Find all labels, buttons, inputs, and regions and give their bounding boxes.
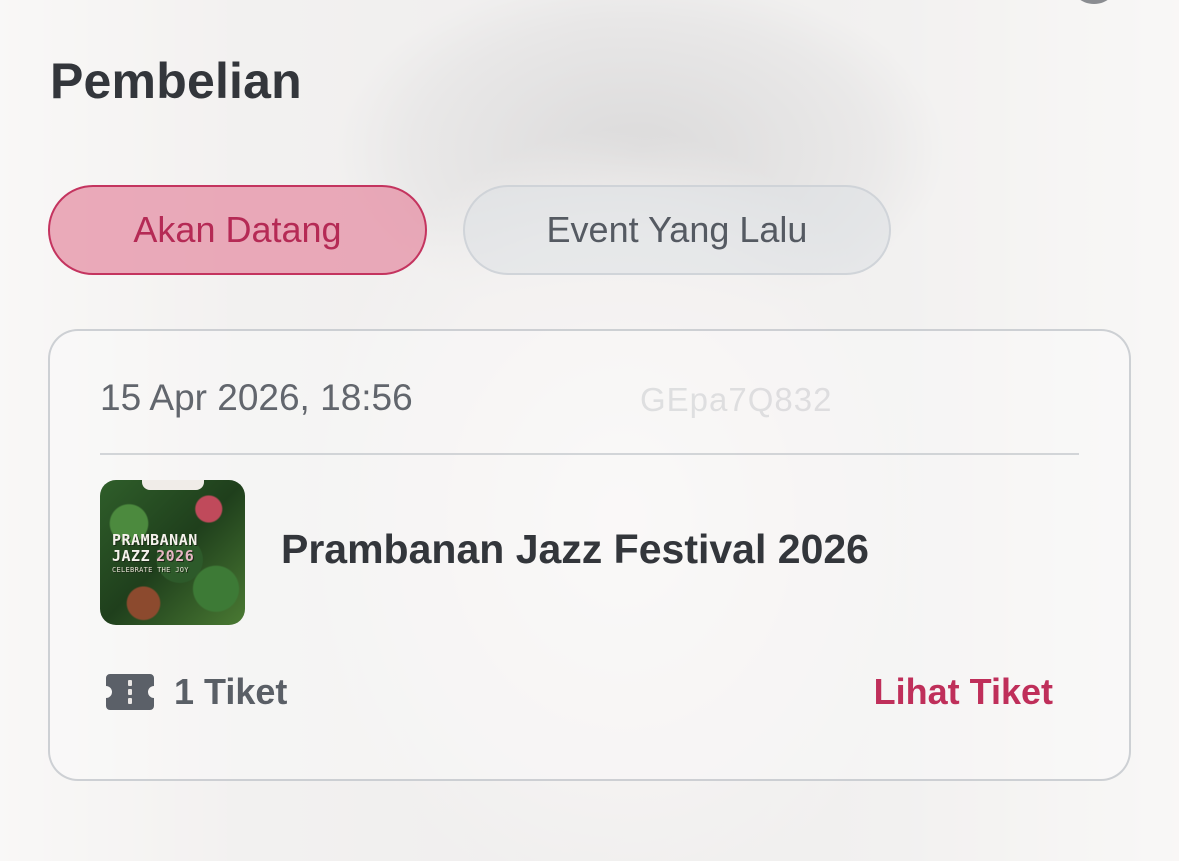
ticket-summary: 1 Tiket — [104, 671, 287, 713]
purchase-card[interactable]: 15 Apr 2026, 18:56 GEpa7Q832 PRAMBANAN J… — [48, 329, 1131, 781]
event-poster-image: PRAMBANAN JAZZ 2026 CELEBRATE THE JOY — [100, 480, 245, 625]
purchase-datetime: 15 Apr 2026, 18:56 — [100, 377, 413, 418]
tab-past-events[interactable]: Event Yang Lalu — [463, 185, 891, 275]
view-tickets-link[interactable]: Lihat Tiket — [874, 671, 1053, 713]
card-divider — [100, 453, 1079, 455]
order-code: GEpa7Q832 — [640, 381, 833, 418]
poster-notch — [141, 480, 204, 490]
purchase-tabs: Akan Datang Event Yang Lalu — [48, 185, 891, 275]
poster-year: 2026 — [156, 547, 195, 565]
ticket-icon — [106, 674, 154, 710]
poster-line2: JAZZ — [112, 547, 151, 565]
tab-upcoming[interactable]: Akan Datang — [48, 185, 427, 275]
event-title[interactable]: Prambanan Jazz Festival 2026 — [281, 526, 869, 573]
poster-tagline: CELEBRATE THE JOY — [112, 566, 189, 574]
page-title: Pembelian — [50, 53, 302, 109]
ticket-count: 1 Tiket — [174, 671, 288, 712]
poster-text: PRAMBANAN JAZZ 2026 CELEBRATE THE JOY — [112, 532, 198, 574]
